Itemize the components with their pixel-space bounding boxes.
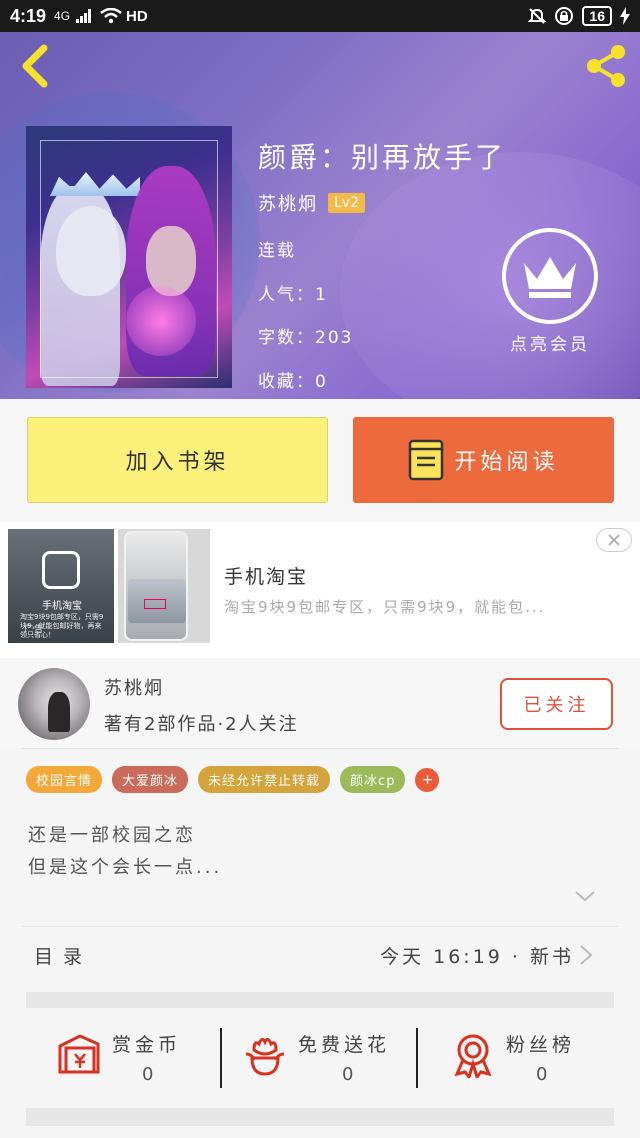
close-icon: [608, 534, 620, 546]
book-popularity: 人气：1: [258, 285, 328, 305]
back-icon[interactable]: [12, 40, 56, 92]
lock-rotation-icon: [555, 7, 574, 25]
table-of-contents-row[interactable]: 目录 今天 16:19 · 新书: [0, 926, 640, 984]
book-description: 还是一部校园之恋 但是这个会长一点...: [28, 825, 223, 878]
follow-label: 已关注: [523, 695, 590, 716]
charging-icon: [620, 7, 630, 25]
separator: [416, 1028, 418, 1088]
reward-label: 赏金币: [112, 1034, 182, 1056]
level-badge: Lv2: [328, 193, 365, 213]
reward-label: 粉丝榜: [506, 1034, 576, 1056]
vip-button[interactable]: 点亮会员: [500, 228, 600, 355]
signal-icon: [76, 9, 92, 23]
vip-label: 点亮会员: [510, 335, 590, 355]
reward-coins-button[interactable]: 赏金币 0: [56, 1026, 246, 1096]
section-spacer: [26, 1108, 614, 1126]
share-icon[interactable]: [582, 42, 630, 90]
reward-label: 免费送花: [298, 1034, 391, 1056]
tag[interactable]: 大爱颜冰: [112, 766, 189, 793]
chevron-right-icon: [580, 945, 593, 965]
network-label: HD: [126, 7, 148, 25]
reward-count: 0: [142, 1064, 154, 1085]
author-card-name[interactable]: 苏桃炯: [104, 674, 164, 700]
send-flower-button[interactable]: 免费送花 0: [242, 1026, 432, 1096]
ad-banner[interactable]: 手机淘宝 淘宝9块9包邮专区，只需9块9，就能包邮好物，再来领只省心！ 广告 手…: [0, 522, 640, 658]
medal-icon: [454, 1034, 492, 1078]
ad-close-button[interactable]: [596, 528, 632, 552]
separator: [220, 1028, 222, 1088]
toc-label: 目录: [34, 946, 93, 968]
tag[interactable]: 颜冰cp: [340, 766, 406, 793]
mute-icon: [528, 8, 547, 24]
author-stats: 著有2部作品·2人关注: [104, 714, 299, 735]
book-title: 颜爵：别再放手了: [258, 141, 507, 174]
tag[interactable]: 未经允许禁止转载: [198, 766, 331, 793]
author-line: 苏桃炯 Lv2: [258, 190, 365, 216]
reward-count: 0: [342, 1064, 354, 1085]
author-name[interactable]: 苏桃炯: [258, 190, 318, 216]
avatar[interactable]: [18, 668, 90, 740]
author-card: 苏桃炯 著有2部作品·2人关注 已关注: [0, 660, 640, 748]
book-header: 颜爵：别再放手了 苏桃炯 Lv2 连载 人气：1 字数：203 收藏：0 点亮会…: [0, 32, 640, 399]
wifi-icon: [100, 8, 122, 24]
ad-image: 手机淘宝 淘宝9块9包邮专区，只需9块9，就能包邮好物，再来领只省心！ 广告: [8, 529, 114, 643]
reward-count: 0: [536, 1064, 548, 1085]
rewards-bar: 赏金币 0 免费送花 0 粉丝榜 0: [0, 1010, 640, 1108]
section-spacer: [26, 992, 614, 1008]
book-word-count: 字数：203: [258, 328, 354, 348]
ad-description: 淘宝9块9包邮专区，只需9块9，就能包...: [224, 598, 546, 616]
book-status: 连载: [258, 241, 296, 261]
book-cover: [26, 126, 232, 388]
crown-icon: [502, 228, 598, 324]
status-time: 4:19: [10, 5, 47, 26]
ad-title: 手机淘宝: [224, 566, 309, 588]
add-to-shelf-button[interactable]: 加入书架: [27, 417, 328, 503]
flower-icon: [245, 1037, 285, 1076]
start-reading-label: 开始阅读: [454, 450, 559, 475]
fan-ranking-button[interactable]: 粉丝榜 0: [450, 1026, 640, 1096]
book-favorites: 收藏：0: [258, 372, 328, 392]
book-icon: [409, 439, 444, 481]
battery-indicator: 16: [582, 6, 612, 26]
toc-update: 今天 16:19 · 新书: [380, 946, 574, 968]
add-to-shelf-label: 加入书架: [125, 450, 230, 475]
add-tag-button[interactable]: +: [415, 767, 440, 792]
tag[interactable]: 校园言情: [26, 766, 103, 793]
start-reading-button[interactable]: 开始阅读: [353, 417, 614, 503]
status-bar: 4:19 4G HD 16: [0, 0, 640, 32]
chevron-down-icon[interactable]: [574, 888, 596, 904]
red-envelope-icon: [58, 1034, 100, 1074]
follow-button[interactable]: 已关注: [500, 678, 613, 730]
divider: [22, 748, 618, 749]
signal-label: 4G: [54, 9, 71, 23]
action-area: 加入书架 开始阅读: [0, 399, 640, 520]
ad-thumb-title: 手机淘宝: [42, 601, 82, 612]
tag-list: 校园言情 大爱颜冰 未经允许禁止转载 颜冰cp +: [26, 766, 440, 793]
ad-image: [118, 529, 210, 643]
ad-tag: 广告: [24, 625, 45, 635]
